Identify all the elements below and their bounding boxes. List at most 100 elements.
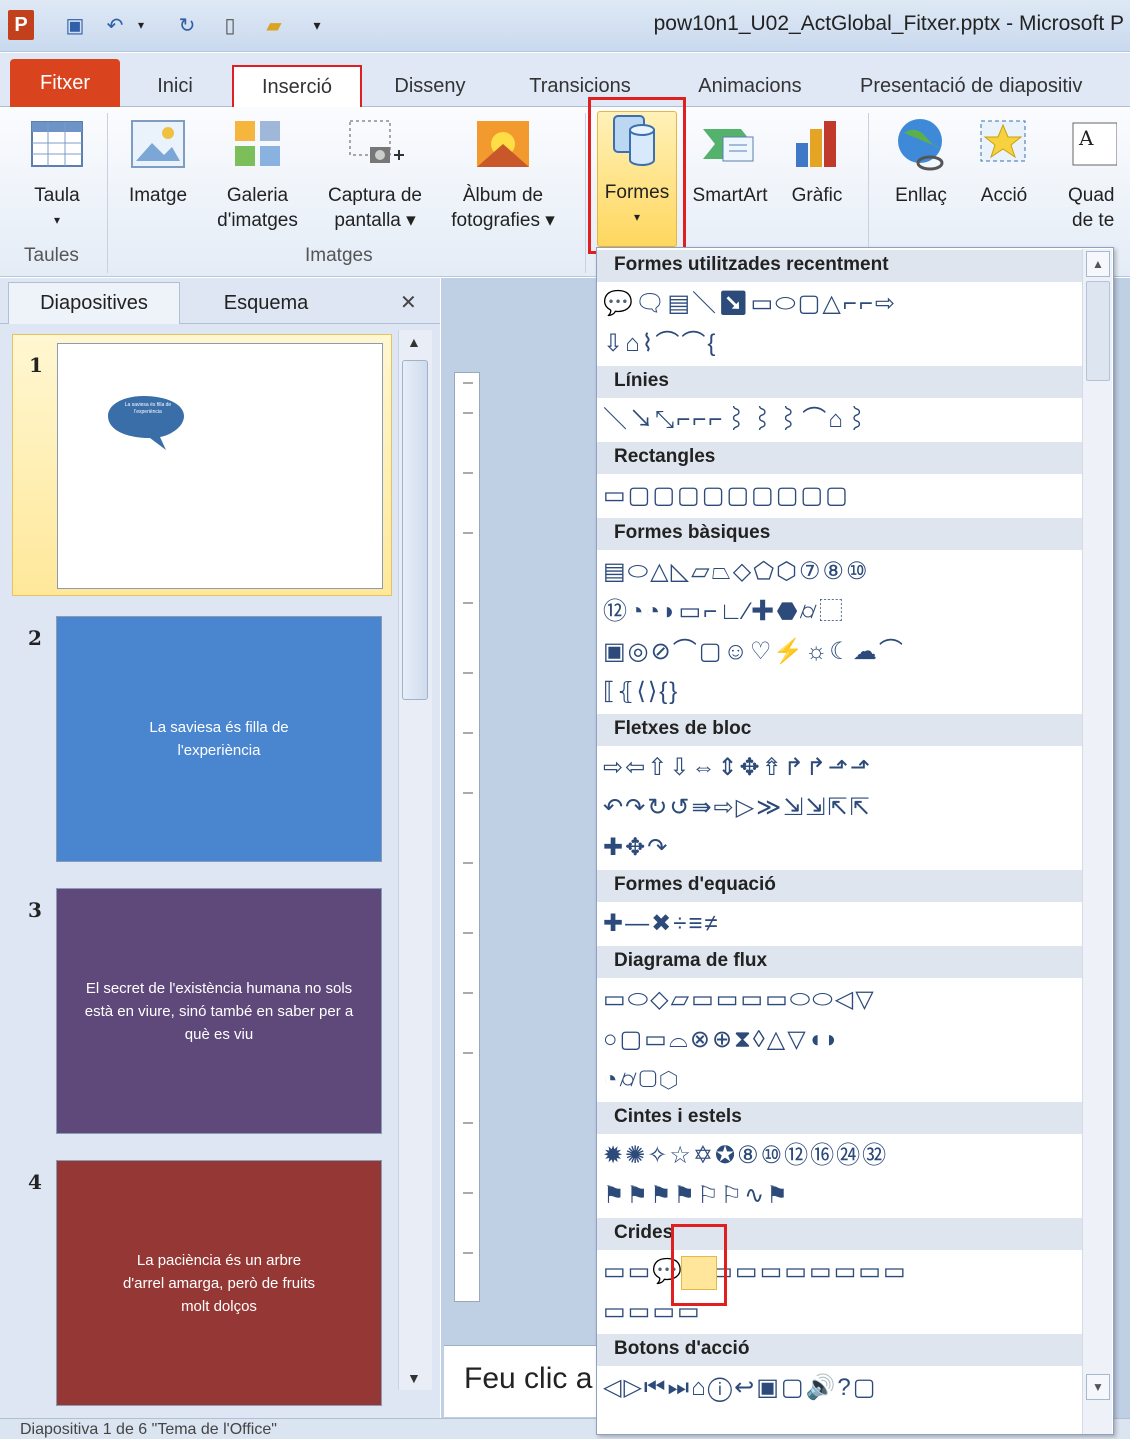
tab-file[interactable]: Fitxer <box>10 59 120 107</box>
image-button[interactable]: Imatge <box>118 115 198 208</box>
open-folder-icon[interactable]: ▰ <box>258 10 290 40</box>
clipart-label-1: Galeria <box>226 185 289 206</box>
tab-home[interactable]: Inici <box>140 65 210 107</box>
photo-album-label-2: fotografies ▾ <box>451 210 555 231</box>
shape-row[interactable]: ○▢▭⌓⊗⊕⧗◊△▽◖◗ <box>603 1020 841 1060</box>
shape-row[interactable]: ⚑⚑⚑⚑⚐⚐∿⚑ <box>603 1176 790 1216</box>
new-document-icon[interactable]: ▯ <box>215 10 245 40</box>
screenshot-label-1: Captura de <box>327 185 422 206</box>
dropdown-arrow-icon: ▾ <box>53 213 61 227</box>
hyperlink-button[interactable]: Enllaç <box>882 115 960 208</box>
slide-thumbnail-2[interactable]: 2 La saviesa és filla de l'experiència <box>12 608 392 870</box>
shape-row[interactable]: ✚―✖÷≡≠ <box>603 904 720 944</box>
group-label-tables: Taules <box>24 245 79 266</box>
pane-tabs: Diapositives Esquema ✕ <box>0 278 440 324</box>
scroll-down-icon[interactable]: ▼ <box>1086 1374 1110 1400</box>
smartart-button[interactable]: SmartArt <box>686 115 774 208</box>
chart-button[interactable]: Gràfic <box>782 115 852 208</box>
scroll-thumb[interactable] <box>402 360 428 700</box>
clipart-icon <box>229 115 287 173</box>
group-divider <box>107 113 108 273</box>
slide-thumbnail-4[interactable]: 4 La paciència és un arbre d'arrel amarg… <box>12 1152 392 1414</box>
shape-row[interactable]: ▭⬭◇▱▭▭▭▭⬭⬭◁▽ <box>603 980 876 1020</box>
clipart-button[interactable]: Galeria d'imatges <box>205 115 310 233</box>
shape-row[interactable]: ↶↷↻↺⇛⇨▷≫⇲⇲⇱⇱ <box>603 788 872 828</box>
slide-number: 2 <box>28 626 42 650</box>
tab-outline[interactable]: Esquema <box>186 282 346 324</box>
screenshot-button[interactable]: Captura de pantalla ▾ <box>316 115 434 233</box>
save-icon[interactable]: ▣ <box>60 10 90 40</box>
scroll-thumb[interactable] <box>1086 281 1110 381</box>
tab-insert[interactable]: Inserció <box>232 65 362 107</box>
slide-preview: La paciència és un arbre d'arrel amarga,… <box>56 1160 382 1406</box>
tab-animations[interactable]: Animacions <box>680 65 820 107</box>
slides-scrollbar[interactable]: ▲ ▼ <box>398 330 432 1390</box>
shape-row[interactable]: ▭▭💬☁▭▭▭▭▭▭▭▭ <box>603 1252 908 1292</box>
scroll-down-icon[interactable]: ▼ <box>407 1370 421 1386</box>
title-bar: P ▣ ↶ ▾ ↻ ▯ ▰ ▾ pow10n1_U02_ActGlobal_Fi… <box>0 0 1130 52</box>
photo-album-button[interactable]: Àlbum de fotografies ▾ <box>438 115 568 233</box>
chart-label: Gràfic <box>791 185 843 206</box>
shape-row[interactable]: ▭▢▢▢▢▢▢▢▢▢ <box>603 476 850 516</box>
action-star-icon <box>975 115 1033 173</box>
shape-row[interactable]: ▣◎⊘⌒▢☺♡⚡☼☾☁⌒ <box>603 632 905 672</box>
action-label: Acció <box>980 185 1028 206</box>
action-button[interactable]: Acció <box>968 115 1040 208</box>
shape-row[interactable]: ⇩⌂⌇⌒⌒{ <box>603 324 717 364</box>
vertical-ruler <box>454 372 480 1302</box>
screenshot-icon <box>346 115 404 173</box>
category-action-buttons: Botons d'acció <box>597 1334 1083 1366</box>
shape-row[interactable]: ✚✥↷ <box>603 828 669 868</box>
shape-row[interactable]: ＼↘⤡⌐⌐⌐⌇⌇⌇⌒⌂⌇ <box>603 400 871 440</box>
slide-thumbnail-3[interactable]: 3 El secret de l'existència humana no so… <box>12 880 392 1142</box>
close-pane-icon[interactable]: ✕ <box>400 290 417 315</box>
slide-text: La paciència és un arbre d'arrel amarga,… <box>122 1251 316 1315</box>
scroll-up-icon[interactable]: ▲ <box>1086 251 1110 277</box>
shape-row[interactable]: ✹✺✧☆✡✪⑧⑩⑫⑯㉔㉜ <box>603 1136 888 1176</box>
slide-number: 1 <box>29 353 43 377</box>
slide-preview: El secret de l'existència humana no sols… <box>56 888 382 1134</box>
slide-thumbnail-1[interactable]: 1 La saviesa és filla de l'experiència <box>12 334 392 596</box>
smartart-icon <box>701 115 759 173</box>
scroll-up-icon[interactable]: ▲ <box>407 334 421 350</box>
photo-album-icon <box>474 115 532 173</box>
textbox-icon: A <box>1067 115 1125 173</box>
textbox-button[interactable]: A Quad de te <box>1062 115 1130 233</box>
shape-row[interactable]: ◔⌭▢⬡ <box>603 1060 680 1100</box>
category-equation-shapes: Formes d'equació <box>597 870 1083 902</box>
customize-toolbar-icon[interactable]: ▾ <box>306 10 328 40</box>
shapes-scrollbar[interactable]: ▲ ▼ <box>1082 249 1112 1434</box>
shape-row[interactable]: ⟦⦃⟨⟩{} <box>603 672 679 712</box>
category-lines: Línies <box>597 366 1083 398</box>
table-button[interactable]: Taula ▾ <box>22 115 92 233</box>
shape-row[interactable]: ⇨⇦⇧⇩⇔⇕✥⇮↱↱⬏⬏ <box>603 748 872 788</box>
undo-icon[interactable]: ↶ <box>100 10 130 40</box>
tab-slides[interactable]: Diapositives <box>8 282 180 324</box>
bar-chart-icon <box>788 115 846 173</box>
smartart-label: SmartArt <box>692 185 768 206</box>
undo-dropdown-icon[interactable]: ▾ <box>130 10 152 40</box>
notes-placeholder: Feu clic a <box>464 1362 593 1395</box>
slide-text: El secret de l'existència humana no sols… <box>84 979 354 1043</box>
shape-row[interactable]: 💬🗨▤＼↘▭⬭▢△⌐⌐⇨ <box>603 284 897 324</box>
shape-row[interactable]: ▤⬭△◺▱⏢◇⬠⬡⑦⑧⑩ <box>603 552 870 592</box>
textbox-label-1: Quad <box>1068 185 1115 206</box>
table-label: Taula <box>34 185 80 206</box>
shape-row[interactable]: ⑫◔◔◗▭⌐∟⁄✚⬣⌭⬚ <box>603 592 845 632</box>
slides-pane: Diapositives Esquema ✕ 1 La saviesa és f… <box>0 278 440 1439</box>
redo-icon[interactable]: ↻ <box>172 10 202 40</box>
table-icon <box>28 115 86 173</box>
callout-highlight-box <box>671 1224 727 1306</box>
group-label-images: Imatges <box>305 245 373 266</box>
screenshot-label-2: pantalla ▾ <box>334 210 416 231</box>
tab-slideshow[interactable]: Presentació de diapositiv <box>860 65 1130 107</box>
category-rectangles: Rectangles <box>597 442 1083 474</box>
slide-preview: La saviesa és filla de l'experiència <box>56 616 382 862</box>
slide-text: La saviesa és filla de l'experiència <box>149 719 289 759</box>
hyperlink-label: Enllaç <box>895 185 947 206</box>
globe-link-icon <box>892 115 950 173</box>
tab-design[interactable]: Disseny <box>380 65 480 107</box>
window-title: pow10n1_U02_ActGlobal_Fitxer.pptx - Micr… <box>653 12 1124 35</box>
shape-row[interactable]: ◁▷⏮⏭⌂ⓘ↩▣▢🔊?▢ <box>603 1368 877 1408</box>
photo-album-label-1: Àlbum de <box>462 185 544 206</box>
